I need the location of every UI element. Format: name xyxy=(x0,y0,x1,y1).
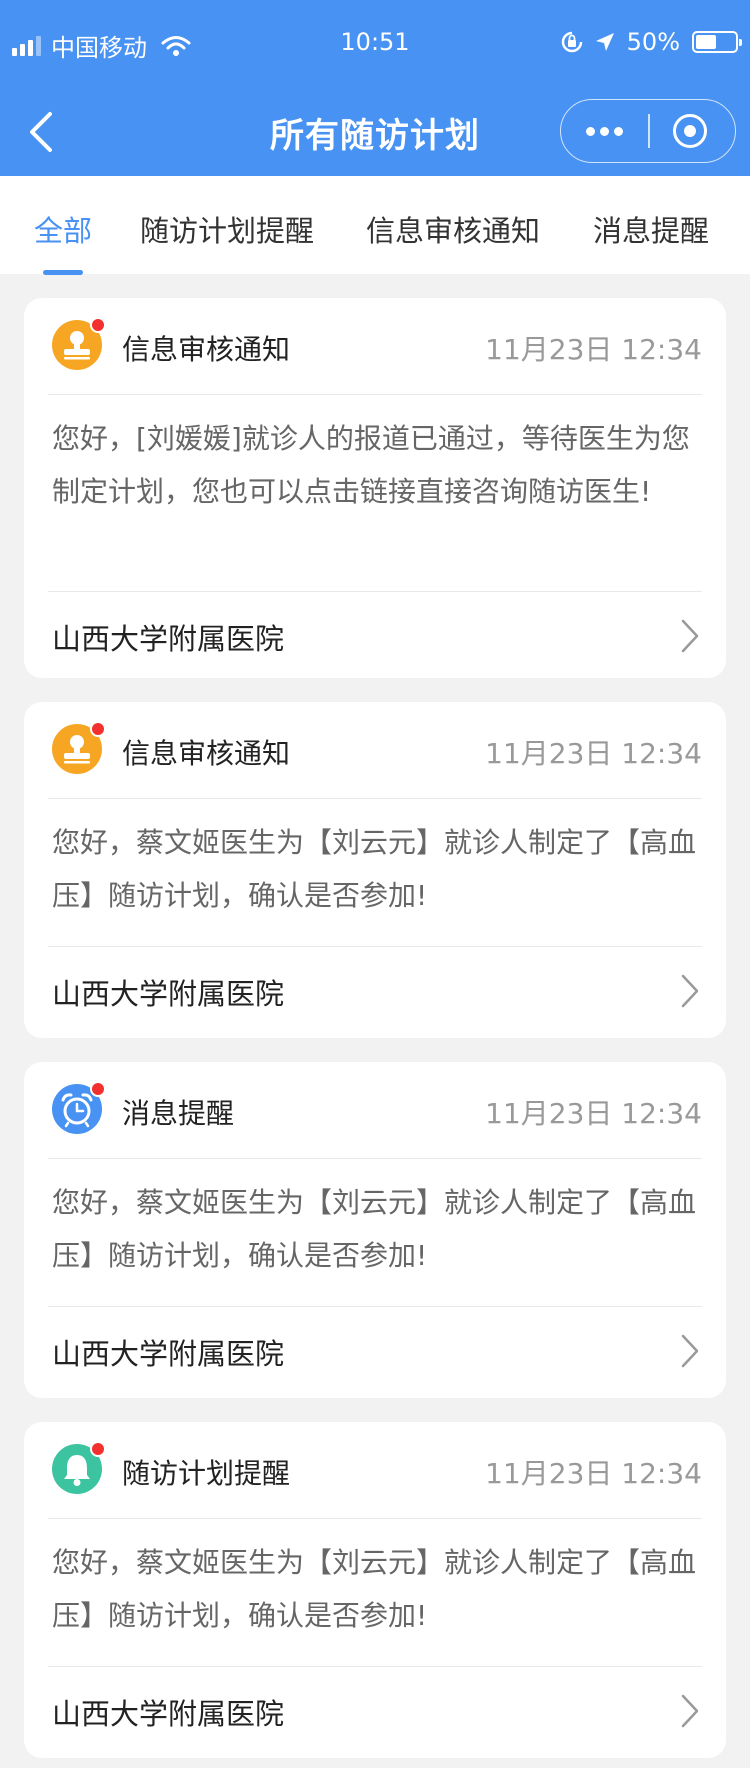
card-message: 您好，[刘媛媛]就诊人的报道已通过，等待医生为您制定计划，您也可以点击链接直接咨… xyxy=(52,422,690,508)
card-time: 11月23日 12:34 xyxy=(485,1097,702,1130)
unread-badge xyxy=(90,721,106,737)
card-time: 11月23日 12:34 xyxy=(485,1457,702,1490)
card-message: 您好，蔡文姬医生为【刘云元】就诊人制定了【高血压】随访计划，确认是否参加! xyxy=(52,1186,697,1272)
top-bar: 中国移动 10:51 50% 所有随访计划 xyxy=(0,0,750,176)
hospital-name: 山西大学附属医院 xyxy=(52,1697,285,1731)
stamp-icon xyxy=(52,721,106,774)
close-miniprogram-icon[interactable] xyxy=(673,114,707,148)
notification-card[interactable]: 消息提醒 11月23日 12:34 您好，蔡文姬医生为【刘云元】就诊人制定了【高… xyxy=(24,1062,726,1398)
hospital-link[interactable]: 山西大学附属医院 xyxy=(24,1307,726,1395)
card-header: 信息审核通知 11月23日 12:34 xyxy=(24,702,726,798)
unread-badge xyxy=(90,317,106,333)
notification-card[interactable]: 信息审核通知 11月23日 12:34 您好，[刘媛媛]就诊人的报道已通过，等待… xyxy=(24,298,726,678)
chevron-right-icon xyxy=(681,1694,699,1728)
card-time: 11月23日 12:34 xyxy=(485,333,702,366)
bell-icon xyxy=(52,1441,106,1494)
status-bar: 中国移动 10:51 50% xyxy=(0,0,750,88)
card-type: 消息提醒 xyxy=(122,1097,235,1130)
capsule-divider xyxy=(648,114,650,148)
card-divider xyxy=(48,1158,702,1159)
tab-all[interactable]: 全部 xyxy=(34,208,92,250)
card-time: 11月23日 12:34 xyxy=(485,737,702,770)
tab-followup-reminder[interactable]: 随访计划提醒 xyxy=(140,208,314,250)
card-type: 信息审核通知 xyxy=(122,333,291,366)
chevron-right-icon xyxy=(681,619,699,653)
unread-badge xyxy=(90,1081,106,1097)
hospital-name: 山西大学附属医院 xyxy=(52,622,285,656)
hospital-link[interactable]: 山西大学附属医院 xyxy=(24,592,726,680)
card-message: 您好，蔡文姬医生为【刘云元】就诊人制定了【高血压】随访计划，确认是否参加! xyxy=(52,826,697,912)
battery-icon xyxy=(692,31,742,53)
battery-percent: 50% xyxy=(626,28,680,56)
navigation-bar: 所有随访计划 xyxy=(0,88,750,176)
notification-card[interactable]: 信息审核通知 11月23日 12:34 您好，蔡文姬医生为【刘云元】就诊人制定了… xyxy=(24,702,726,1038)
miniprogram-capsule xyxy=(560,99,736,163)
hospital-name: 山西大学附属医院 xyxy=(52,1337,285,1371)
hospital-link[interactable]: 山西大学附属医院 xyxy=(24,1667,726,1755)
notification-card[interactable]: 随访计划提醒 11月23日 12:34 您好，蔡文姬医生为【刘云元】就诊人制定了… xyxy=(24,1422,726,1758)
card-type: 信息审核通知 xyxy=(122,737,291,770)
tab-review-notice[interactable]: 信息审核通知 xyxy=(366,208,540,250)
card-type: 随访计划提醒 xyxy=(122,1457,291,1490)
alarm-clock-icon xyxy=(52,1081,106,1134)
card-divider xyxy=(48,1518,702,1519)
card-divider xyxy=(48,394,702,395)
card-header: 消息提醒 11月23日 12:34 xyxy=(24,1062,726,1158)
card-message: 您好，蔡文姬医生为【刘云元】就诊人制定了【高血压】随访计划，确认是否参加! xyxy=(52,1546,697,1632)
chevron-right-icon xyxy=(681,974,699,1008)
active-tab-indicator xyxy=(43,270,83,275)
location-arrow-icon xyxy=(595,33,614,51)
stamp-icon xyxy=(52,317,106,370)
hospital-name: 山西大学附属医院 xyxy=(52,977,285,1011)
more-icon[interactable] xyxy=(561,100,647,162)
tab-message-reminder[interactable]: 消息提醒 xyxy=(593,208,709,250)
rotation-lock-icon xyxy=(561,31,582,53)
chevron-right-icon xyxy=(681,1334,699,1368)
unread-badge xyxy=(90,1441,106,1457)
card-header: 随访计划提醒 11月23日 12:34 xyxy=(24,1422,726,1518)
tab-bar: 全部 随访计划提醒 信息审核通知 消息提醒 xyxy=(0,176,750,275)
card-divider xyxy=(48,798,702,799)
card-header: 信息审核通知 11月23日 12:34 xyxy=(24,298,726,394)
hospital-link[interactable]: 山西大学附属医院 xyxy=(24,947,726,1035)
